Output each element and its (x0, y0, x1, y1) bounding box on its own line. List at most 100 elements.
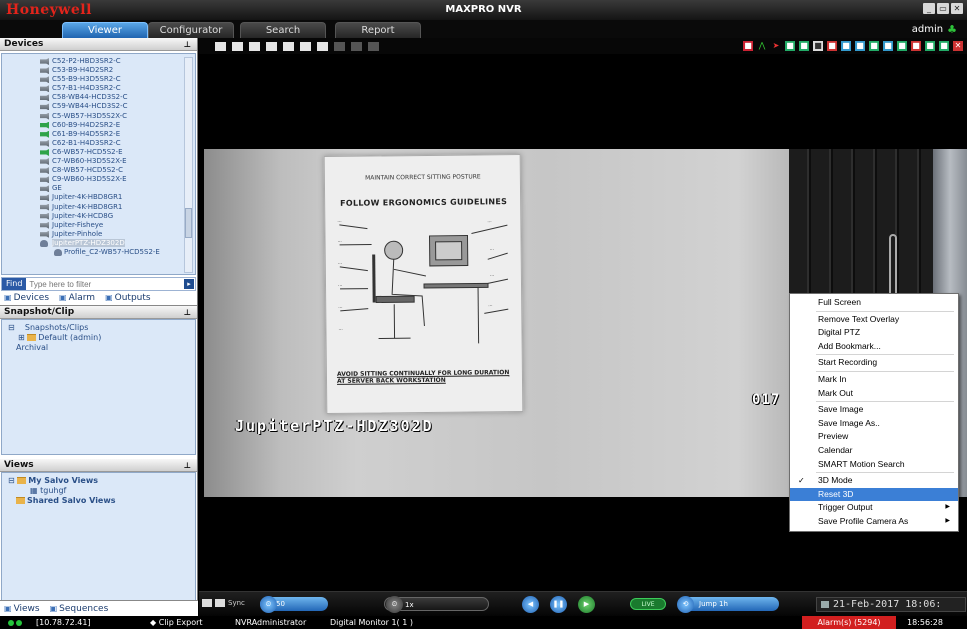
scroll-thumb[interactable] (185, 208, 192, 238)
monitor-tool-icon[interactable]: ■ (841, 41, 851, 51)
layout-4x4-icon[interactable] (300, 42, 311, 51)
menu-item-digital-ptz[interactable]: Digital PTZ (790, 326, 958, 340)
device-item[interactable]: C57-B1-H4D3SR2-C (2, 84, 195, 93)
tab-viewer[interactable]: Viewer (62, 22, 148, 38)
device-item[interactable]: C5-WB57-H3D5S2X-C (2, 112, 195, 121)
views-tree[interactable]: ⊟ My Salvo Views ▦ tguhgf Shared Salvo V… (1, 472, 196, 602)
record-tool-icon[interactable]: ■ (785, 41, 795, 51)
device-item[interactable]: GE (2, 184, 195, 193)
filter-button-icon[interactable]: ▸ (184, 279, 194, 289)
settings-tool-icon[interactable]: ■ (883, 41, 893, 51)
device-item[interactable]: C58-WB44-HCD3S2-C (2, 93, 195, 102)
grid-tool-icon[interactable]: ■ (925, 41, 935, 51)
pin-icon[interactable]: ⊥ (184, 459, 191, 472)
layout-custom-icon[interactable] (317, 42, 328, 51)
ptz-tool-icon[interactable]: ⋀ (757, 41, 767, 51)
device-item[interactable]: C52-P2-HBD3SR2-C (2, 57, 195, 66)
tree-node-shared-views[interactable]: Shared Salvo Views (8, 496, 195, 506)
device-item[interactable]: Jupiter-4K-HBD8GR1 (2, 193, 195, 202)
delete-tool-icon[interactable]: ■ (911, 41, 921, 51)
tab-views[interactable]: ▣ Views (4, 604, 40, 614)
menu-item-mark-out[interactable]: Mark Out (790, 387, 958, 401)
device-item[interactable]: Jupiter-Fisheye (2, 221, 195, 230)
pause-icon[interactable]: ❚❚ (550, 596, 567, 613)
layout-3x3-icon[interactable] (266, 42, 277, 51)
layout-1plus7-icon[interactable] (283, 42, 294, 51)
device-item[interactable]: Jupiter-4K-HBD8GR1 (2, 203, 195, 212)
speed-icon[interactable]: ⏲ (260, 596, 277, 613)
tab-outputs[interactable]: ▣ Outputs (105, 293, 151, 303)
tree-node-my-views[interactable]: ⊟ My Salvo Views (8, 476, 195, 486)
layout-2x2-icon[interactable] (232, 42, 243, 51)
play-icon[interactable]: ▶ (578, 596, 595, 613)
snapshot-tree[interactable]: ⊟ Snapshots/Clips ⊞ Default (admin) Arch… (1, 319, 196, 455)
tree-node-archival[interactable]: Archival (8, 343, 195, 353)
menu-item-calendar[interactable]: Calendar (790, 444, 958, 458)
playback-date[interactable]: 21-Feb-2017 18:06: (816, 597, 966, 612)
tree-node-snapshots[interactable]: ⊟ Snapshots/Clips (8, 323, 195, 333)
device-item[interactable]: C61-B9-H4D5SR2-E (2, 130, 195, 139)
pin-icon[interactable]: ⊥ (184, 38, 191, 51)
menu-item-mark-in[interactable]: Mark In (790, 373, 958, 387)
device-item[interactable]: JupiterPTZ-HDZ302D (2, 238, 195, 248)
info-tool-icon[interactable]: ■ (939, 41, 949, 51)
maximize-icon[interactable]: ▭ (937, 3, 949, 14)
tab-configurator[interactable]: Configurator (148, 22, 234, 38)
sync-checkbox-icon[interactable] (215, 599, 225, 607)
device-item[interactable]: C62-B1-H4D3SR2-C (2, 139, 195, 148)
tree-node-view-item[interactable]: ▦ tguhgf (8, 486, 195, 496)
alarm-count-badge[interactable]: Alarm(s) (5294) (802, 616, 896, 629)
device-item[interactable]: C8-WB57-HCD5S2-C (2, 166, 195, 175)
device-item[interactable]: C60-B9-H4D2SR2-E (2, 121, 195, 130)
device-item[interactable]: C9-WB60-H3D5S2X-E (2, 175, 195, 184)
menu-item-save-image-as[interactable]: Save Image As.. (790, 417, 958, 431)
menu-item-trigger-output[interactable]: Trigger Output ▶ (790, 501, 958, 515)
layout-1x1-icon[interactable] (215, 42, 226, 51)
device-scrollbar[interactable] (184, 57, 193, 273)
live-button[interactable]: LIVE (630, 598, 666, 610)
device-item[interactable]: Jupiter-Pinhole (2, 230, 195, 239)
device-item[interactable]: Profile_C2-WB57-HCD5S2-E (2, 248, 195, 257)
device-item[interactable]: C6-WB57-HCD5S2-E (2, 148, 195, 157)
device-item[interactable]: C7-WB60-H3D5S2X-E (2, 157, 195, 166)
export-tool-icon[interactable]: ■ (897, 41, 907, 51)
minimize-icon[interactable]: _ (923, 3, 935, 14)
menu-item-save-image[interactable]: Save Image (790, 403, 958, 417)
rewind-icon[interactable]: ◀ (522, 596, 539, 613)
menu-item-save-profile-camera-as[interactable]: Save Profile Camera As ▶ (790, 515, 958, 529)
pin-icon[interactable]: ⊥ (184, 306, 191, 319)
menu-item-remove-text-overlay[interactable]: Remove Text Overlay (790, 313, 958, 327)
sync-control[interactable]: Sync (202, 599, 245, 607)
audio-tool-icon[interactable]: ■ (813, 41, 823, 51)
device-item[interactable]: C55-B9-H3D5SR2-C (2, 75, 195, 84)
tab-devices[interactable]: ▣ Devices (4, 293, 49, 303)
alarm-tool-icon[interactable]: ■ (743, 41, 753, 51)
menu-item-3d-mode[interactable]: ✓ 3D Mode (790, 474, 958, 488)
tab-alarm[interactable]: ▣ Alarm (59, 293, 95, 303)
device-item[interactable]: C53-B9-H4D2SR2 (2, 66, 195, 75)
stop-tool-icon[interactable]: ■ (827, 41, 837, 51)
jump-icon[interactable]: ⟲ (677, 596, 694, 613)
device-tree[interactable]: C52-P2-HBD3SR2-C C53-B9-H4D2SR2 C55-B9-H3D… (1, 53, 196, 275)
user-indicator[interactable]: admin ♣ (912, 23, 957, 36)
device-item[interactable]: Jupiter-4K-HCD8G (2, 212, 195, 221)
menu-item-add-bookmark[interactable]: Add Bookmark... (790, 340, 958, 354)
tree-node-default[interactable]: ⊞ Default (admin) (8, 333, 195, 343)
clip-export[interactable]: ◆ Clip Export (150, 616, 203, 629)
viewer-area[interactable]: ■ ⋀ ➤ ■ ■ ■ ■ ■ ■ ■ ■ ■ ■ ■ ■ ✕ MAINTAIN… (199, 38, 967, 591)
filter-input[interactable] (26, 278, 184, 290)
tab-report[interactable]: Report (335, 22, 421, 38)
playback-speed-icon[interactable]: ⏲ (386, 596, 403, 613)
close-icon[interactable]: ✕ (951, 3, 963, 14)
menu-item-smart-motion-search[interactable]: SMART Motion Search (790, 458, 958, 472)
tab-sequences[interactable]: ▣ Sequences (50, 604, 109, 614)
menu-item-full-screen[interactable]: Full Screen (790, 296, 958, 310)
jump-control[interactable]: Jump 1h (679, 597, 779, 611)
network-tool-icon[interactable]: ■ (869, 41, 879, 51)
pointer-tool-icon[interactable]: ➤ (771, 41, 781, 51)
snapshot-tool-icon[interactable]: ■ (799, 41, 809, 51)
close-tool-icon[interactable]: ✕ (953, 41, 963, 51)
layout-1plus5-icon[interactable] (249, 42, 260, 51)
menu-item-reset-3d[interactable]: Reset 3D (790, 487, 958, 502)
device-item[interactable]: C59-WB44-HCD3S2-C (2, 102, 195, 111)
